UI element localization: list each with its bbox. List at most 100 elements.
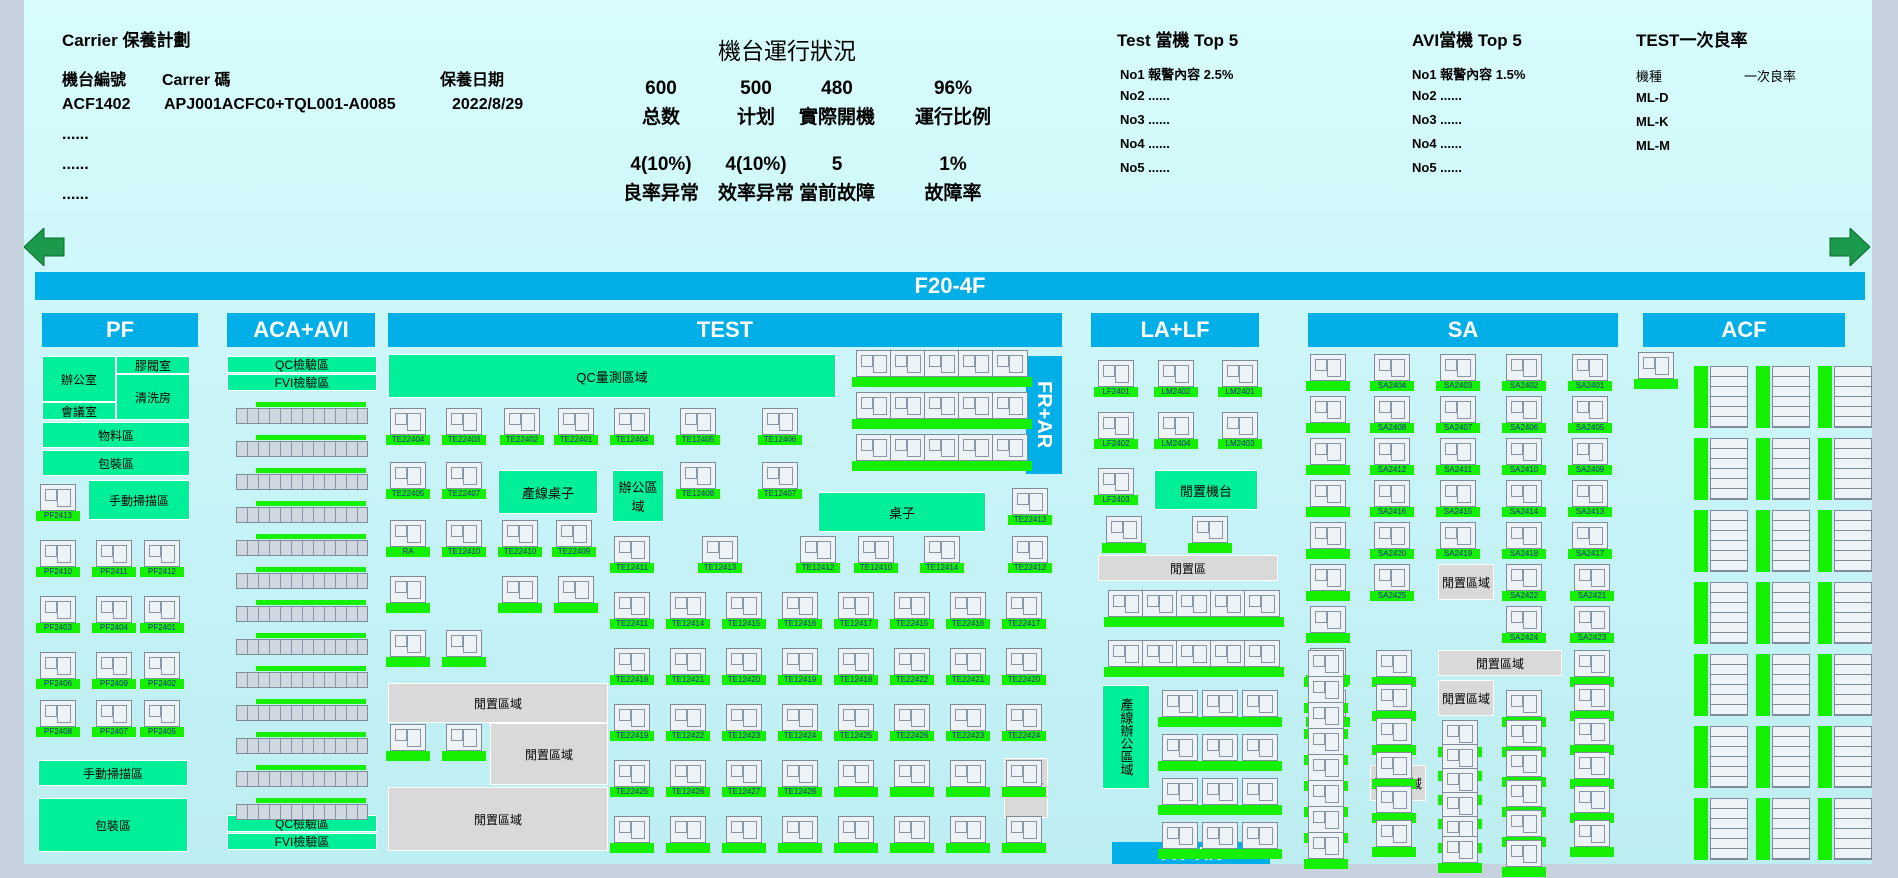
machine-unit[interactable]: TE12418 [834,648,878,686]
acf-machine-unit[interactable] [1834,510,1872,572]
area-sa-header[interactable]: SA [1308,313,1618,347]
machine-unit[interactable]: TE22424 [1002,704,1046,742]
machine-unit[interactable] [442,630,486,668]
machine-unit[interactable]: TE22405 [386,462,430,500]
machine-unit[interactable] [778,816,822,854]
machine-unit[interactable]: TE12425 [834,704,878,742]
acf-machine-unit[interactable] [1710,510,1748,572]
machine-unit[interactable]: LM2403 [1218,412,1262,450]
acf-machine-unit[interactable] [1772,726,1810,788]
machine-unit[interactable] [1306,564,1350,602]
aca-line-unit[interactable] [236,507,368,523]
machine-unit[interactable]: SA2409 [1568,438,1612,476]
lalf-idle-zone[interactable]: 閒置區 [1098,555,1278,581]
machine-unit[interactable]: TE22401 [554,408,598,446]
sa-idle-zone[interactable]: 閒置區域 [1438,650,1562,676]
test-table-zone[interactable]: 桌子 [818,492,986,532]
machine-unit[interactable] [1306,438,1350,476]
machine-unit[interactable] [1306,480,1350,518]
machine-unit[interactable] [610,816,654,854]
machine-unit[interactable]: SA2413 [1568,480,1612,518]
aca-line-unit[interactable] [236,771,368,787]
area-test-header[interactable]: TEST [388,313,1062,347]
machine-unit[interactable]: PF2401 [140,596,184,634]
machine-unit[interactable] [386,576,430,614]
machine-unit[interactable]: PF2405 [140,700,184,738]
machine-unit[interactable] [1570,684,1614,722]
area-acf-header[interactable]: ACF [1643,313,1845,347]
aca-line-unit[interactable] [236,540,368,556]
machine-unit[interactable]: TE12406 [758,408,802,446]
machine-unit[interactable]: TE22423 [946,704,990,742]
machine-unit[interactable] [1306,396,1350,434]
machine-unit[interactable]: TE12404 [610,408,654,446]
machine-unit[interactable]: SA2419 [1436,522,1480,560]
machine-unit[interactable]: TE12414 [666,592,710,630]
machine-unit[interactable]: TE22413 [1008,488,1052,526]
machine-unit[interactable] [1570,752,1614,790]
machine-unit[interactable]: TE12424 [778,704,822,742]
machine-unit[interactable] [1102,516,1146,554]
machine-unit[interactable]: TE22409 [552,520,596,558]
machine-unit[interactable] [1372,684,1416,722]
machine-unit[interactable] [1238,778,1282,816]
machine-unit[interactable] [1570,650,1614,688]
machine-unit[interactable]: TE12412 [796,536,840,574]
aca-line-unit[interactable] [236,441,368,457]
machine-unit[interactable]: SA2404 [1370,354,1414,392]
next-arrow-icon[interactable] [1828,228,1870,266]
acf-machine-unit[interactable] [1710,654,1748,716]
machine-unit[interactable] [1306,354,1350,392]
machine-unit[interactable]: TE22425 [610,760,654,798]
machine-unit[interactable]: LM2402 [1154,360,1198,398]
machine-unit[interactable] [834,760,878,798]
machine-unit[interactable]: SA2422 [1502,564,1546,602]
machine-unit[interactable]: TE12427 [722,760,766,798]
machine-unit[interactable]: SA2416 [1370,480,1414,518]
machine-unit[interactable] [1198,822,1242,860]
machine-unit[interactable]: TE12428 [778,760,822,798]
machine-unit[interactable]: TE12423 [722,704,766,742]
machine-unit[interactable] [442,724,486,762]
acf-machine-unit[interactable] [1834,798,1872,860]
machine-unit[interactable]: SA2403 [1436,354,1480,392]
machine-unit[interactable]: TE22402 [500,408,544,446]
machine-unit[interactable]: PF2402 [140,652,184,690]
machine-unit[interactable]: SA2425 [1370,564,1414,602]
lalf-office-zone[interactable]: 產線辦公區域 [1102,685,1150,789]
machine-unit[interactable] [1306,606,1350,644]
machine-unit[interactable]: TE22421 [946,648,990,686]
machine-unit[interactable] [834,816,878,854]
aca-line-unit[interactable] [236,573,368,589]
pf-manual-scan-zone-2[interactable]: 手動掃描區 [38,760,188,786]
acf-machine-unit[interactable] [1834,654,1872,716]
machine-unit[interactable]: PF2408 [36,700,80,738]
pf-glue-room-zone[interactable]: 膠閥室 [116,356,190,374]
machine-unit[interactable] [1306,522,1350,560]
acf-machine-unit[interactable] [1710,798,1748,860]
machine-unit[interactable] [1570,820,1614,858]
machine-unit[interactable]: SA2406 [1502,396,1546,434]
machine-unit[interactable]: PF2404 [92,596,136,634]
machine-unit[interactable]: SA2418 [1502,522,1546,560]
acf-machine-unit[interactable] [1834,726,1872,788]
machine-unit[interactable]: TE12411 [610,536,654,574]
machine-unit[interactable]: PF2406 [36,652,80,690]
machine-unit[interactable] [988,434,1032,472]
machine-unit[interactable] [498,576,542,614]
machine-unit[interactable] [1240,640,1284,678]
machine-unit[interactable] [890,760,934,798]
test-office-zone[interactable]: 辦公區域 [612,470,664,522]
pf-material-zone[interactable]: 物料區 [42,422,190,448]
machine-unit[interactable]: SA2421 [1570,564,1614,602]
machine-unit[interactable] [1002,760,1046,798]
acf-machine-unit[interactable] [1772,510,1810,572]
machine-unit[interactable]: TE12410 [442,520,486,558]
machine-unit[interactable]: TE12422 [666,704,710,742]
machine-unit[interactable] [1238,734,1282,772]
machine-unit[interactable]: LM2404 [1154,412,1198,450]
machine-unit[interactable] [386,630,430,668]
machine-unit[interactable]: TE22418 [610,648,654,686]
machine-unit[interactable]: LF2402 [1094,412,1138,450]
area-pf-header[interactable]: PF [42,313,198,347]
